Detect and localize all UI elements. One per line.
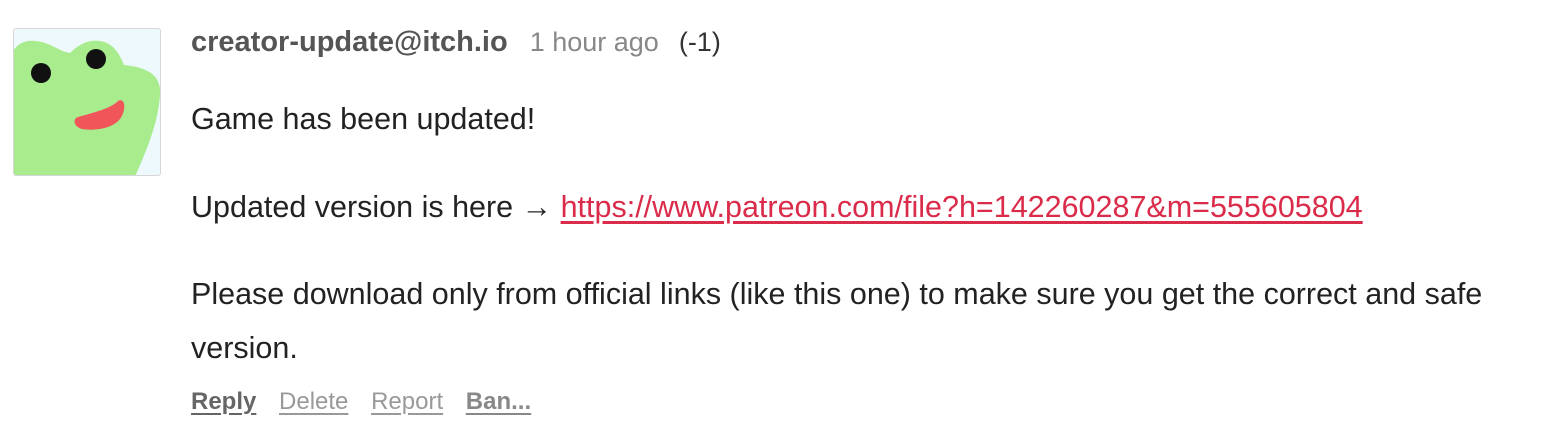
comment: creator-update@itch.io 1 hour ago (-1) G… (0, 0, 1550, 447)
frog-face-icon (14, 29, 160, 175)
link-prefix-text: Updated version is here → (191, 190, 553, 224)
comment-body: Game has been updated! Updated version i… (191, 92, 1531, 375)
ban-button[interactable]: Ban... (466, 388, 531, 415)
comment-header: creator-update@itch.io 1 hour ago (-1) (191, 26, 1531, 72)
patreon-link[interactable]: https://www.patreon.com/file?h=142260287… (561, 190, 1363, 224)
reply-button[interactable]: Reply (191, 388, 256, 415)
body-paragraph-3: Please download only from official links… (191, 277, 1483, 365)
comment-content: creator-update@itch.io 1 hour ago (-1) G… (191, 26, 1531, 408)
vote-score: (-1) (678, 27, 721, 57)
body-paragraph-1: Game has been updated! (191, 102, 536, 136)
report-button[interactable]: Report (371, 388, 443, 415)
delete-button[interactable]: Delete (279, 388, 348, 415)
author-link[interactable]: creator-update@itch.io (191, 26, 508, 59)
timestamp[interactable]: 1 hour ago (530, 27, 659, 58)
comment-actions: Reply Delete Report Ban... (191, 388, 547, 416)
body-paragraph-2: Updated version is here → https://www.pa… (191, 180, 1531, 234)
avatar[interactable] (13, 28, 161, 176)
